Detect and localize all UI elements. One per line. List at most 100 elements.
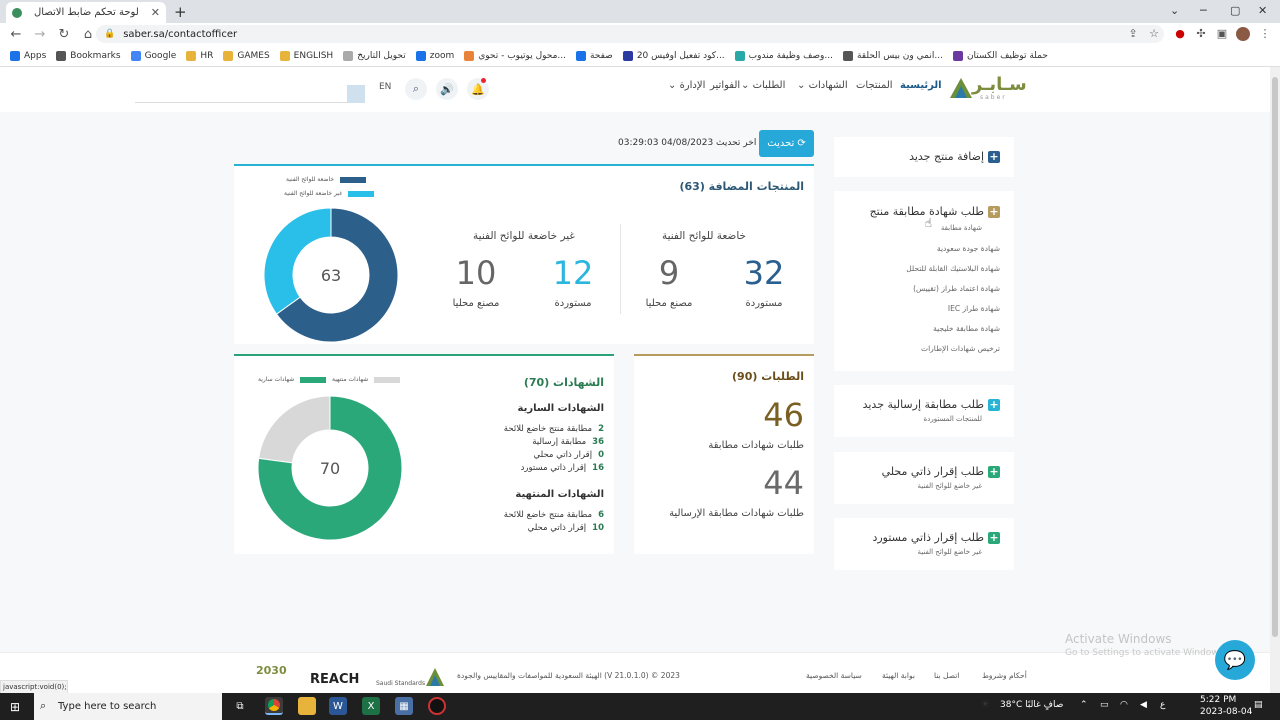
new-tab-button[interactable]: +	[174, 3, 187, 21]
footer-link-terms[interactable]: أحكام وشروط	[982, 671, 1027, 680]
bookmark-item[interactable]: GAMES	[223, 50, 270, 61]
home-icon[interactable]: ⌂	[80, 27, 96, 42]
taskbar-search[interactable]: Type here to search	[34, 693, 222, 720]
nav-home[interactable]: الرئيسية	[900, 80, 942, 91]
task-view-icon[interactable]: ⧉	[231, 697, 249, 715]
bookmark-item[interactable]: حملة توظيف الكستان	[952, 50, 1048, 61]
bookmark-item[interactable]: HR	[186, 50, 214, 61]
import-declaration-card[interactable]: + طلب إقرار ذاتي مستورد غير خاضع للوائح ا…	[834, 518, 1014, 570]
bookmark-icon	[279, 50, 290, 61]
nav-admin[interactable]: الإدارة ⌄	[668, 80, 705, 91]
nav-products[interactable]: المنتجات	[856, 80, 893, 91]
browser-tab[interactable]: لوحة تحكم ضابط الاتصال ✕	[6, 2, 166, 23]
local-declaration-card[interactable]: + طلب إقرار ذاتي محلي غير خاضع للوائح الف…	[834, 452, 1014, 504]
bookmark-label: تحويل التاريخ	[357, 50, 406, 61]
refresh-icon: ⟳	[797, 138, 806, 149]
profile-avatar[interactable]	[1236, 27, 1250, 41]
bookmark-item[interactable]: ENGLISH	[279, 50, 333, 61]
unregulated-title: غير خاضعة للوائح الفنية	[473, 230, 575, 242]
page-scrollbar[interactable]	[1270, 67, 1280, 693]
address-bar[interactable]: 🔒 saber.sa/contactofficer	[96, 25, 1164, 43]
nav-certificates[interactable]: الشهادات ⌄	[797, 80, 848, 91]
nav-invoices[interactable]: الفواتير	[710, 80, 740, 91]
tray-chevron-icon[interactable]: ⌃	[1080, 700, 1088, 710]
conformity-item[interactable]: شهادة البلاستيك القابلة للتحلل	[906, 264, 1000, 273]
opera-extension-icon[interactable]: ●	[1173, 27, 1187, 41]
shipment-request-card[interactable]: + طلب مطابقة إرسالية جديد للمنتجات المستو…	[834, 385, 1014, 437]
back-icon[interactable]: ←	[8, 27, 24, 42]
conformity-item[interactable]: شهادة جودة سعودية	[937, 244, 1000, 253]
conformity-requests-count: 46	[763, 396, 804, 434]
word-icon[interactable]: W	[329, 697, 347, 715]
bookmark-item[interactable]: انمي ون بيس الحلقة...	[842, 50, 943, 61]
bookmark-label: محول يوتيوب - تحوي...	[478, 50, 566, 61]
saber-logo[interactable]: سـابـر saber	[950, 74, 1030, 102]
footer-link-portal[interactable]: بوابة الهيئة	[882, 671, 915, 680]
language-toggle[interactable]: EN	[379, 82, 391, 92]
extensions-icon[interactable]: ✣	[1194, 27, 1208, 41]
maximize-icon[interactable]: ▢	[1230, 4, 1240, 17]
donut-slice[interactable]	[258, 395, 331, 464]
conformity-item[interactable]: شهادة مطابقة خليجية	[933, 324, 1000, 333]
forward-icon[interactable]: →	[32, 27, 48, 42]
weather-text[interactable]: 38°C صافٍ غالبًا	[1000, 700, 1063, 710]
file-explorer-icon[interactable]	[298, 697, 316, 715]
footer-link-contact[interactable]: اتصل بنا	[934, 671, 959, 680]
sidepanel-icon[interactable]: ▣	[1215, 27, 1229, 41]
notifications-icon[interactable]: ▤	[1254, 700, 1263, 710]
unregulated-imported-count: 12	[552, 254, 594, 292]
bookmark-item[interactable]: Apps	[10, 50, 46, 61]
status-bar-url: javascript:void(0);	[0, 680, 68, 694]
minimize-icon[interactable]: ⌄	[1170, 4, 1179, 17]
refresh-button[interactable]: ⟳ تحديث	[759, 130, 814, 157]
share-icon[interactable]: ⇪	[1126, 27, 1140, 41]
windows-start-icon[interactable]: ⊞	[10, 700, 20, 714]
close-window-icon[interactable]: ✕	[1258, 4, 1267, 17]
sound-icon[interactable]: 🔊	[436, 78, 458, 100]
bookmark-item[interactable]: Google	[130, 50, 176, 61]
bookmark-item[interactable]: محول يوتيوب - تحوي...	[464, 50, 566, 61]
bookmark-item[interactable]: وصف وظيفة مندوب...	[734, 50, 833, 61]
volume-icon[interactable]: ◀	[1140, 700, 1147, 710]
bookmark-icon	[464, 50, 475, 61]
menu-kebab-icon[interactable]: ⋮	[1258, 27, 1272, 41]
scrollbar-thumb[interactable]	[1272, 77, 1278, 637]
bookmark-item[interactable]: Bookmarks	[56, 50, 121, 61]
nav-requests[interactable]: الطلبات ⌄	[741, 80, 785, 91]
conformity-title[interactable]: +طلب شهادة مطابقة منتج	[870, 205, 1000, 218]
bookmark-item[interactable]: تحويل التاريخ	[343, 50, 406, 61]
chat-support-button[interactable]: 💬	[1215, 640, 1255, 680]
cert-count: 36	[592, 437, 604, 447]
wifi-icon[interactable]: ◠	[1120, 700, 1128, 710]
bookmark-item[interactable]: كود تفعيل اوفيس 20...	[622, 50, 725, 61]
notification-bell-icon[interactable]: 🔔	[467, 78, 489, 100]
regulated-title: خاضعة للوائح الفنية	[661, 230, 747, 242]
search-icon[interactable]: ⌕	[405, 78, 427, 100]
footer-link-privacy[interactable]: سياسة الخصوصية	[806, 671, 862, 680]
header-search-field[interactable]	[135, 85, 365, 103]
chrome-icon[interactable]	[265, 697, 283, 715]
reload-icon[interactable]: ↻	[56, 27, 72, 42]
donut-slice[interactable]	[263, 207, 332, 315]
calculator-icon[interactable]: ▦	[395, 697, 413, 715]
conformity-item[interactable]: شهادة طراز IEC	[948, 304, 1000, 313]
header-search-button[interactable]	[347, 85, 365, 103]
clock-date[interactable]: 2023-08-04	[1200, 707, 1252, 717]
excel-icon[interactable]: X	[362, 697, 380, 715]
bookmark-item[interactable]: صفحة	[575, 50, 613, 61]
close-tab-icon[interactable]: ✕	[151, 6, 160, 19]
minimize-window-icon[interactable]: ─	[1200, 4, 1207, 17]
star-icon[interactable]: ☆	[1147, 27, 1161, 41]
activate-windows-subtitle: Go to Settings to activate Windows.	[1065, 648, 1227, 658]
cert-count: 0	[598, 450, 604, 460]
conformity-item[interactable]: ترخيص شهادات الإطارات	[921, 344, 1000, 353]
network-icon[interactable]: ▭	[1100, 700, 1109, 710]
language-indicator-icon[interactable]: ع	[1160, 700, 1165, 710]
clock-time[interactable]: 5:22 PM	[1200, 695, 1236, 705]
bookmark-item[interactable]: zoom	[415, 50, 454, 61]
add-product-card[interactable]: + إضافة منتج جديد	[834, 137, 1014, 177]
media-app-icon[interactable]	[428, 697, 446, 715]
bookmark-icon	[130, 50, 141, 61]
bookmark-label: HR	[200, 50, 214, 61]
conformity-item[interactable]: شهادة اعتماد طراز (تقييس)	[913, 284, 1000, 293]
